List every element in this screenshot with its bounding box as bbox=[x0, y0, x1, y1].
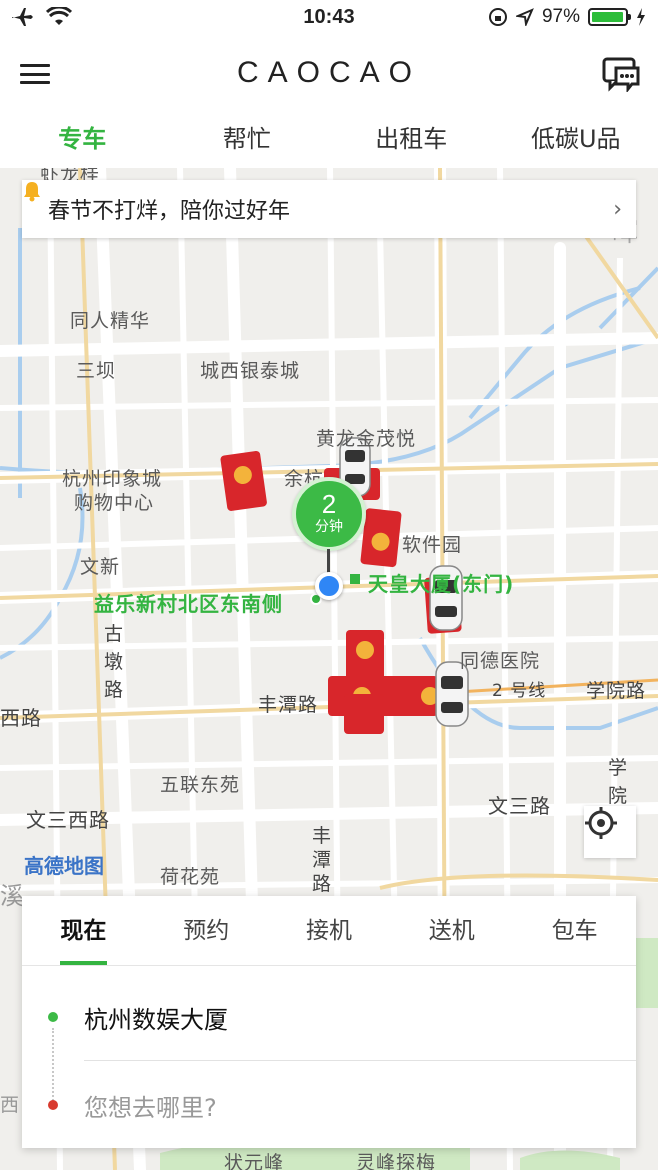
tab-reserve[interactable]: 预约 bbox=[145, 896, 268, 965]
service-tabs: 专车 帮忙 出租车 低碳U品 bbox=[0, 110, 658, 168]
app-logo: CAOCAO bbox=[236, 56, 422, 89]
road-label: 西路 bbox=[0, 706, 42, 730]
eta-pin[interactable]: 2 分钟 bbox=[292, 477, 366, 551]
map-label: 西 bbox=[0, 1094, 21, 1116]
nearby-poi-label[interactable]: 天皇大厦(东门) bbox=[368, 568, 514, 597]
locate-button[interactable] bbox=[584, 806, 636, 858]
pickup-dot bbox=[48, 1012, 58, 1022]
map-label: 三坝 bbox=[76, 360, 117, 382]
booking-card: 现在 预约 接机 送机 包车 杭州数娱大厦 您想去哪里? bbox=[22, 896, 636, 1148]
map-label: 杭州印象城 bbox=[62, 468, 163, 490]
divider bbox=[84, 1060, 636, 1061]
bell-icon bbox=[24, 182, 40, 202]
crosshair-icon bbox=[585, 807, 617, 839]
tab-low-carbon[interactable]: 低碳U品 bbox=[494, 110, 658, 168]
road-label: 2 号线 bbox=[492, 681, 547, 701]
destination-dot bbox=[48, 1100, 58, 1110]
tab-now[interactable]: 现在 bbox=[22, 896, 145, 965]
destination-field[interactable]: 您想去哪里? bbox=[22, 1062, 636, 1148]
tab-zhuanche[interactable]: 专车 bbox=[0, 110, 165, 168]
tab-bangmang[interactable]: 帮忙 bbox=[165, 110, 330, 168]
amap-logo: 高德地图 bbox=[24, 854, 104, 878]
chevron-right-icon: › bbox=[613, 196, 622, 222]
road-label: 丰潭路 bbox=[312, 825, 333, 895]
map-label: 荷花苑 bbox=[160, 866, 221, 888]
map-label: 购物中心 bbox=[74, 492, 155, 514]
map-label: 五联东苑 bbox=[160, 774, 241, 796]
rotation-lock-icon bbox=[488, 8, 507, 26]
map-label: 文新 bbox=[80, 556, 121, 578]
eta-unit: 分钟 bbox=[315, 519, 343, 535]
pickup-field[interactable]: 杭州数娱大厦 bbox=[22, 974, 636, 1060]
destination-placeholder: 您想去哪里? bbox=[84, 1093, 217, 1122]
map-label: 软件园 bbox=[402, 534, 463, 556]
charging-icon bbox=[637, 8, 645, 26]
battery-percent: 97% bbox=[541, 6, 580, 27]
map-label: 同人精华 bbox=[70, 310, 151, 332]
message-icon[interactable] bbox=[602, 56, 642, 92]
eta-value: 2 bbox=[321, 489, 337, 519]
time-tabs: 现在 预约 接机 送机 包车 bbox=[22, 896, 636, 966]
map-label: 状元峰 bbox=[224, 1152, 285, 1170]
tab-airport-pickup[interactable]: 接机 bbox=[268, 896, 391, 965]
road-label: 文三路 bbox=[488, 794, 551, 818]
tab-taxi[interactable]: 出租车 bbox=[329, 110, 494, 168]
road-label: 学院 bbox=[608, 757, 629, 807]
pickup-value: 杭州数娱大厦 bbox=[84, 1005, 228, 1034]
road-label: 古墩路 bbox=[104, 623, 125, 701]
notice-text: 春节不打烊，陪你过好年 bbox=[48, 199, 291, 224]
road-label: 文三西路 bbox=[26, 808, 110, 832]
status-bar: 10:43 97% bbox=[0, 0, 658, 36]
battery-icon bbox=[588, 8, 631, 26]
notice-banner[interactable]: 春节不打烊，陪你过好年 › bbox=[22, 180, 636, 238]
pickup-point-label[interactable]: 益乐新村北区东南侧 bbox=[94, 588, 283, 617]
tab-charter[interactable]: 包车 bbox=[513, 896, 636, 965]
map-label: 黄龙金茂悦 bbox=[316, 428, 417, 450]
user-location-dot bbox=[315, 572, 343, 600]
app-header: CAOCAO bbox=[0, 36, 658, 110]
map-label: 灵峰探梅 bbox=[356, 1152, 437, 1170]
location-arrow-icon bbox=[515, 8, 534, 26]
tab-airport-dropoff[interactable]: 送机 bbox=[390, 896, 513, 965]
map-label: 同德医院 bbox=[460, 650, 541, 672]
road-label: 学院路 bbox=[586, 680, 647, 702]
map-label: 城西银泰城 bbox=[200, 360, 301, 382]
road-label: 丰潭路 bbox=[258, 694, 319, 716]
